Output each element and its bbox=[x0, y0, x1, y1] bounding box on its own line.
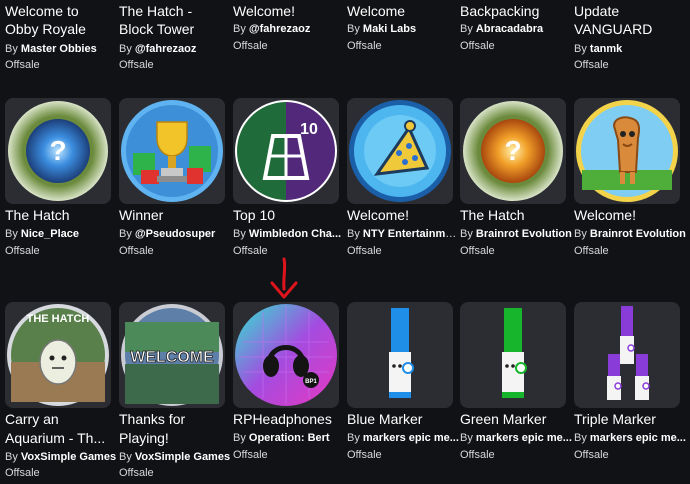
badge-title[interactable]: The Hatch bbox=[460, 206, 570, 224]
badge-title[interactable]: Green Marker bbox=[460, 410, 570, 428]
badge-creator[interactable]: By @Pseudosuper bbox=[119, 227, 231, 241]
badge-creator[interactable]: By VoxSimple Games bbox=[119, 450, 231, 464]
badge-title[interactable]: Top 10 bbox=[233, 206, 343, 224]
badge-title[interactable]: RPHeadphones bbox=[233, 410, 343, 428]
badge-status: Offsale bbox=[347, 449, 382, 461]
trophy-badge-icon bbox=[121, 100, 223, 202]
badge-status: Offsale bbox=[233, 449, 268, 461]
badge-creator[interactable]: By @fahrezaoz bbox=[119, 42, 231, 56]
badge-title[interactable]: VANGUARD bbox=[574, 20, 684, 38]
party-hat-badge-icon bbox=[349, 100, 451, 202]
badge-title[interactable]: Thanks for bbox=[119, 410, 229, 428]
badge-title[interactable]: Backpacking bbox=[460, 2, 570, 20]
badge-title[interactable]: Aquarium - Th... bbox=[5, 429, 115, 447]
badge-creator[interactable]: By markers epic me... bbox=[347, 431, 459, 445]
badge-title[interactable]: Update bbox=[574, 2, 684, 20]
badge-thumbnail[interactable]: ? bbox=[460, 98, 566, 204]
svg-text:?: ? bbox=[504, 135, 521, 166]
wooden-character-badge-icon bbox=[576, 100, 678, 202]
badge-creator[interactable]: By Maki Labs bbox=[347, 22, 459, 36]
tennis-court-top10-badge-icon: 10 bbox=[235, 100, 337, 202]
badge-status: Offsale bbox=[119, 59, 154, 71]
badge-status: Offsale bbox=[574, 245, 609, 257]
badge-status: Offsale bbox=[574, 59, 609, 71]
badge-title[interactable]: Playing! bbox=[119, 429, 229, 447]
triple-marker-icon bbox=[607, 306, 650, 400]
badge-title[interactable]: Welcome! bbox=[347, 206, 457, 224]
badge-creator[interactable]: By @fahrezaoz bbox=[233, 22, 345, 36]
badge-creator[interactable]: By Abracadabra bbox=[460, 22, 572, 36]
egg-hatch-badge-icon: THE HATCH bbox=[7, 304, 109, 406]
svg-text:?: ? bbox=[49, 135, 66, 166]
welcome-badge-icon: WELCOME bbox=[121, 304, 223, 406]
svg-text:10: 10 bbox=[300, 121, 318, 138]
badge-title[interactable]: The Hatch bbox=[5, 206, 115, 224]
badge-title[interactable]: Blue Marker bbox=[347, 410, 457, 428]
badge-status: Offsale bbox=[460, 449, 495, 461]
badge-status: Offsale bbox=[347, 245, 382, 257]
badge-thumbnail[interactable]: BP1 bbox=[233, 302, 339, 408]
badge-status: Offsale bbox=[460, 245, 495, 257]
badge-creator[interactable]: By Brainrot Evolution bbox=[574, 227, 686, 241]
badge-thumbnail[interactable]: 10 bbox=[233, 98, 339, 204]
badge-status: Offsale bbox=[347, 40, 382, 52]
badge-creator[interactable]: By Master Obbies bbox=[5, 42, 117, 56]
orange-question-orb-badge-icon: ? bbox=[463, 101, 563, 201]
badge-thumbnail[interactable]: THE HATCH bbox=[5, 302, 111, 408]
svg-text:THE HATCH: THE HATCH bbox=[27, 313, 90, 325]
svg-text:WELCOME: WELCOME bbox=[130, 349, 214, 366]
badge-title[interactable]: Welcome bbox=[347, 2, 457, 20]
badge-title[interactable]: The Hatch - bbox=[119, 2, 229, 20]
badge-title[interactable]: Welcome to bbox=[5, 2, 115, 20]
svg-text:BP1: BP1 bbox=[305, 379, 317, 385]
badge-thumbnail[interactable]: ? bbox=[5, 98, 111, 204]
badge-creator[interactable]: By Nice_Place bbox=[5, 227, 117, 241]
badge-status: Offsale bbox=[460, 40, 495, 52]
badge-title[interactable]: Carry an bbox=[5, 410, 115, 428]
badge-title[interactable]: Block Tower bbox=[119, 20, 229, 38]
red-arrow-annotation-icon bbox=[270, 257, 298, 299]
badge-title[interactable]: Welcome! bbox=[233, 2, 343, 20]
blue-marker-icon bbox=[389, 308, 414, 398]
badge-status: Offsale bbox=[119, 467, 154, 479]
badge-thumbnail[interactable] bbox=[460, 302, 566, 408]
badge-status: Offsale bbox=[233, 40, 268, 52]
badge-thumbnail[interactable] bbox=[574, 302, 680, 408]
badge-creator[interactable]: By markers epic me... bbox=[574, 431, 686, 445]
badge-title[interactable]: Welcome! bbox=[574, 206, 684, 224]
blue-question-orb-badge-icon: ? bbox=[8, 101, 108, 201]
badge-status: Offsale bbox=[233, 245, 268, 257]
badge-title[interactable]: Triple Marker bbox=[574, 410, 684, 428]
badge-creator[interactable]: By markers epic me... bbox=[460, 431, 572, 445]
badge-thumbnail[interactable] bbox=[574, 98, 680, 204]
badge-creator[interactable]: By Operation: Bert bbox=[233, 431, 345, 445]
badge-thumbnail[interactable] bbox=[119, 98, 225, 204]
badge-status: Offsale bbox=[5, 467, 40, 479]
badge-status: Offsale bbox=[574, 449, 609, 461]
badge-creator[interactable]: By Wimbledon Cha... bbox=[233, 227, 345, 241]
badge-title[interactable]: Winner bbox=[119, 206, 229, 224]
badge-status: Offsale bbox=[5, 59, 40, 71]
badge-creator[interactable]: By Brainrot Evolution bbox=[460, 227, 572, 241]
headphones-badge-icon: BP1 bbox=[235, 304, 337, 406]
badge-status: Offsale bbox=[5, 245, 40, 257]
badge-status: Offsale bbox=[119, 245, 154, 257]
green-marker-icon bbox=[502, 308, 527, 398]
badge-creator[interactable]: By tanmk bbox=[574, 42, 686, 56]
badge-creator[interactable]: By NTY Entertainme... bbox=[347, 227, 459, 241]
badge-thumbnail[interactable] bbox=[347, 98, 453, 204]
badge-thumbnail[interactable] bbox=[347, 302, 453, 408]
badge-title[interactable]: Obby Royale bbox=[5, 20, 115, 38]
badge-thumbnail[interactable]: WELCOME bbox=[119, 302, 225, 408]
badge-creator[interactable]: By VoxSimple Games bbox=[5, 450, 117, 464]
